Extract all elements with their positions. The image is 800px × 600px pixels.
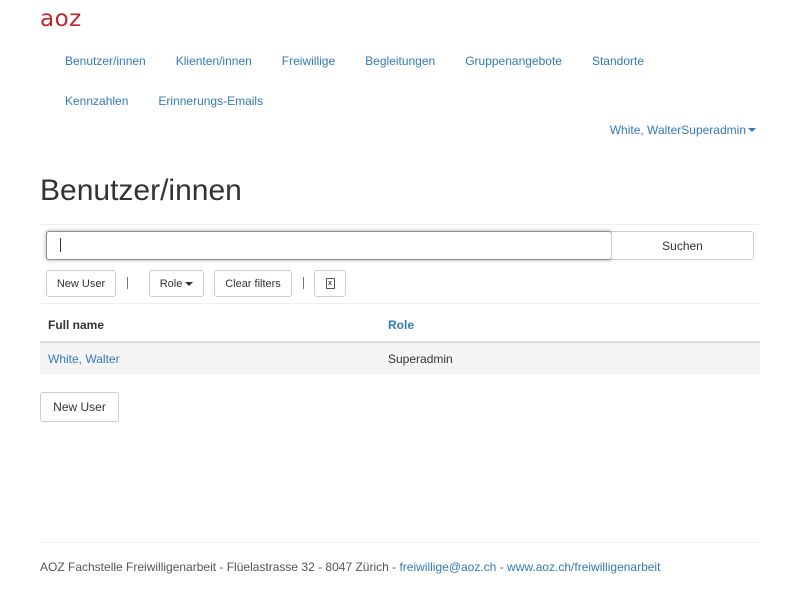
column-header-role[interactable]: Role (380, 308, 760, 343)
title-divider (40, 224, 760, 225)
user-menu-label: White, WalterSuperadmin (609, 123, 746, 137)
role-filter-label: Role (159, 277, 183, 290)
table-header-row: Full name Role (40, 308, 760, 343)
page-title: Benutzer/innen (40, 174, 242, 207)
main-nav-row-2: Kennzahlen Erinnerungs-Emails (50, 91, 278, 111)
search-input[interactable] (46, 231, 612, 260)
nav-begleitungen[interactable]: Begleitungen (350, 54, 450, 68)
full-name-cell: White, Walter (40, 342, 380, 374)
nav-gruppenangebote[interactable]: Gruppenangebote (450, 54, 577, 68)
user-menu-dropdown[interactable]: White, WalterSuperadmin (610, 123, 756, 137)
nav-kennzahlen[interactable]: Kennzahlen (50, 94, 143, 108)
nav-erinnerungs-emails[interactable]: Erinnerungs-Emails (143, 94, 278, 108)
toolbar-separator (303, 277, 304, 289)
clear-filters-button[interactable]: Clear filters (214, 270, 292, 297)
toolbar-divider (40, 303, 760, 304)
toolbar-separator (127, 277, 128, 289)
nav-klienten-innen[interactable]: Klienten/innen (161, 54, 267, 68)
new-user-button[interactable]: New User (46, 270, 116, 297)
nav-standorte[interactable]: Standorte (577, 54, 659, 68)
role-filter-dropdown[interactable]: Role (149, 270, 204, 297)
nav-benutzer-innen[interactable]: Benutzer/innen (50, 54, 161, 68)
caret-down-icon (748, 128, 756, 132)
footer-email-link[interactable]: freiwillige@aoz.ch (399, 560, 496, 574)
footer-address: AOZ Fachstelle Freiwilligenarbeit - Flüe… (40, 560, 400, 574)
footer: AOZ Fachstelle Freiwilligenarbeit - Flüe… (40, 560, 660, 574)
aoz-logo[interactable]: aoz (40, 6, 82, 32)
excel-export-icon: x (325, 278, 335, 289)
excel-export-button[interactable]: x (314, 270, 346, 297)
caret-down-icon (185, 281, 194, 286)
users-table: Full name Role White, Walter Superadmin (40, 308, 760, 374)
search-button[interactable]: Suchen (611, 231, 754, 260)
column-header-full-name: Full name (40, 308, 380, 343)
footer-divider (40, 542, 760, 543)
footer-website-link[interactable]: www.aoz.ch/freiwilligenarbeit (507, 560, 660, 574)
nav-freiwillige[interactable]: Freiwillige (267, 54, 350, 68)
user-name-link[interactable]: White, Walter (48, 352, 120, 366)
text-cursor (60, 238, 61, 252)
new-user-bottom-button[interactable]: New User (40, 392, 119, 422)
role-cell: Superadmin (380, 342, 760, 374)
table-row: White, Walter Superadmin (40, 342, 760, 374)
main-nav-row-1: Benutzer/innen Klienten/innen Freiwillig… (50, 51, 659, 71)
footer-separator: - (496, 560, 508, 574)
